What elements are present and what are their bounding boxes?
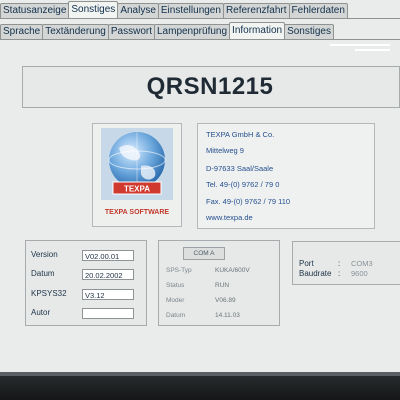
title-box: QRSN1215	[22, 66, 400, 108]
address-website: www.texpa.de	[206, 213, 253, 222]
port-value: COM3	[351, 259, 373, 268]
port-separator: :	[338, 259, 341, 268]
address-fax: Fax. 49-(0) 9762 / 79 110	[206, 197, 291, 206]
tab-statusanzeige[interactable]: Statusanzeige	[0, 3, 70, 18]
bezel-edge	[0, 372, 400, 376]
sps-datum-label: Datum	[166, 312, 186, 319]
com-a-button[interactable]: COM A	[183, 247, 225, 260]
tab-sprache[interactable]: Sprache	[0, 24, 44, 39]
sps-panel: COM A SPS-Typ KUKA/600V Status RUN Moder…	[158, 240, 280, 326]
sps-typ-label: SPS-Typ	[166, 267, 192, 274]
port-panel: Port : COM3 Baudrate : 9600	[292, 241, 400, 285]
autor-label: Autor	[31, 308, 51, 317]
autor-field[interactable]	[82, 308, 134, 319]
datum-field: 20.02.2002	[82, 269, 134, 280]
sub-tab-bar: Sprache Textänderung Passwort Lampenprüf…	[0, 22, 334, 39]
address-phone: Tel. 49-(0) 9762 / 79 0	[206, 180, 280, 189]
tab-fehlerdaten[interactable]: Fehlerdaten	[288, 3, 348, 18]
tab-information[interactable]: Information	[229, 22, 286, 39]
logo-brand-text: TEXPA	[124, 185, 150, 194]
kpsys-field: V3.12	[82, 289, 134, 300]
company-logo: TEXPA TEXPA SOFTWARE	[92, 123, 182, 227]
version-field: V02.00.01	[82, 250, 134, 261]
divider-line	[330, 44, 390, 46]
tab-lampenpruefung[interactable]: Lampenprüfung	[153, 24, 231, 39]
version-label: Version	[31, 250, 58, 259]
tab-einstellungen[interactable]: Einstellungen	[157, 3, 224, 18]
tab-textaenderung[interactable]: Textänderung	[42, 24, 109, 39]
port-label: Port	[299, 259, 314, 268]
sub-tab-divider	[0, 39, 400, 40]
baudrate-value: 9600	[351, 269, 368, 278]
monitor-bezel	[0, 372, 400, 400]
tab-passwort[interactable]: Passwort	[107, 24, 155, 39]
address-street: Mittelweg 9	[206, 146, 244, 155]
baudrate-label: Baudrate	[299, 269, 332, 278]
page-title: QRSN1215	[146, 73, 274, 100]
tab-analyse[interactable]: Analyse	[117, 3, 159, 18]
sps-status-label: Status	[166, 282, 185, 289]
sps-moder-label: Moder	[166, 297, 185, 304]
datum-label: Datum	[31, 269, 55, 278]
kpsys-label: KPSYS32	[31, 289, 67, 298]
divider-line	[355, 49, 390, 51]
application-screen: Statusanzeige Sonstiges Analyse Einstell…	[0, 0, 400, 372]
baudrate-separator: :	[338, 269, 341, 278]
tab-sonstiges-sub[interactable]: Sonstiges	[284, 24, 334, 39]
tab-referenzfahrt[interactable]: Referenzfahrt	[222, 3, 290, 18]
sps-datum-value: 14.11.03	[215, 312, 240, 319]
tab-sonstiges-main[interactable]: Sonstiges	[68, 1, 119, 18]
sps-typ-value: KUKA/600V	[215, 267, 250, 274]
address-company: TEXPA GmbH & Co.	[206, 130, 275, 139]
main-tab-bar: Statusanzeige Sonstiges Analyse Einstell…	[0, 1, 348, 18]
address-city: D-97633 Saal/Saale	[206, 164, 274, 173]
version-panel: Version V02.00.01 Datum 20.02.2002 KPSYS…	[25, 240, 147, 326]
logo-caption: TEXPA SOFTWARE	[104, 209, 170, 216]
sps-status-value: RUN	[215, 282, 230, 289]
globe-logo-icon: TEXPA	[101, 128, 173, 200]
main-tab-divider	[0, 18, 400, 19]
sps-moder-value: V06.89	[215, 297, 236, 304]
company-address-box: TEXPA GmbH & Co. Mittelweg 9 D-97633 Saa…	[197, 123, 375, 229]
